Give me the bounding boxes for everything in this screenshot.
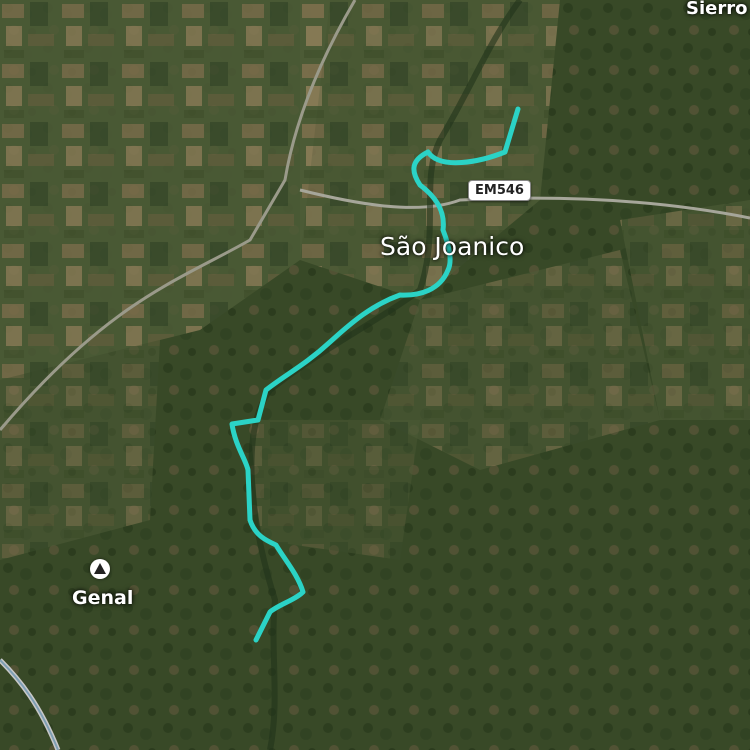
place-label-sao-joanico: São Joanico — [380, 232, 525, 261]
place-label-genal: Genal — [72, 587, 134, 609]
mountain-peak-icon[interactable] — [90, 559, 110, 579]
road-shield-em546: EM546 — [468, 180, 531, 201]
satellite-imagery — [0, 0, 750, 750]
place-label-sierro: Sierro — [686, 0, 748, 19]
satellite-map[interactable]: Sierro EM546 São Joanico Genal — [0, 0, 750, 750]
